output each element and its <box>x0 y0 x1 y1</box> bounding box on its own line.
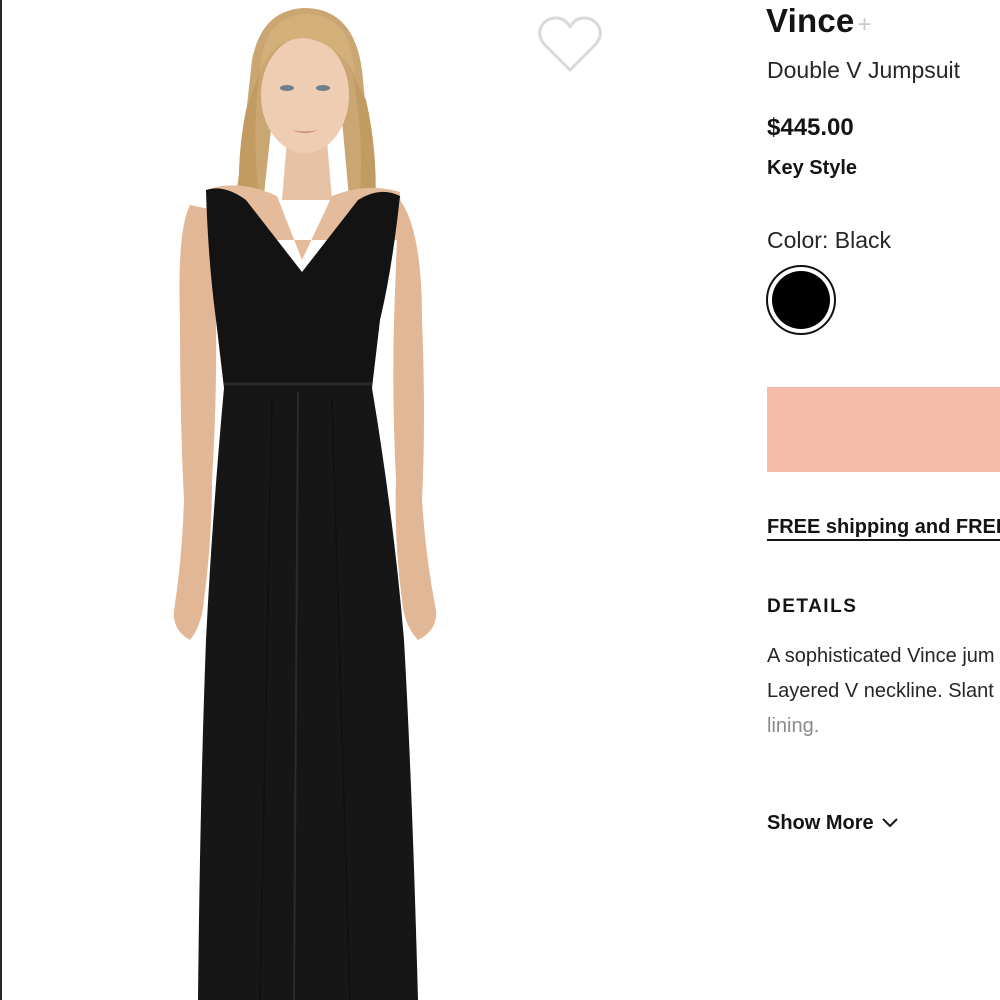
details-line: Layered V neckline. Slant <box>767 680 994 702</box>
product-price: $445.00 <box>767 114 854 141</box>
brand-row: Vince + <box>766 2 871 40</box>
show-more-label: Show More <box>767 812 874 834</box>
heart-icon[interactable] <box>535 14 605 76</box>
show-more-button[interactable]: Show More <box>767 812 899 835</box>
details-heading: DETAILS <box>767 596 858 617</box>
heart-outline <box>538 16 602 72</box>
follow-brand-plus-icon[interactable]: + <box>857 11 871 39</box>
details-line: A sophisticated Vince jum <box>767 645 995 667</box>
details-line: lining. <box>767 715 820 737</box>
shipping-link[interactable]: FREE shipping and FREE <box>767 516 1000 539</box>
product-image[interactable] <box>2 0 642 1000</box>
product-page: Vince + Double V Jumpsuit $445.00 Key St… <box>0 0 1000 1000</box>
color-label: Color: Black <box>767 227 891 253</box>
swatch-fill <box>772 271 830 329</box>
product-name: Double V Jumpsuit <box>767 57 961 83</box>
chevron-down-icon <box>881 812 899 835</box>
color-swatch-black[interactable] <box>766 265 836 335</box>
key-style-label: Key Style <box>767 157 858 179</box>
brand-name[interactable]: Vince <box>766 2 854 40</box>
model-illustration <box>173 8 437 1000</box>
add-to-bag-button[interactable] <box>767 387 1000 472</box>
